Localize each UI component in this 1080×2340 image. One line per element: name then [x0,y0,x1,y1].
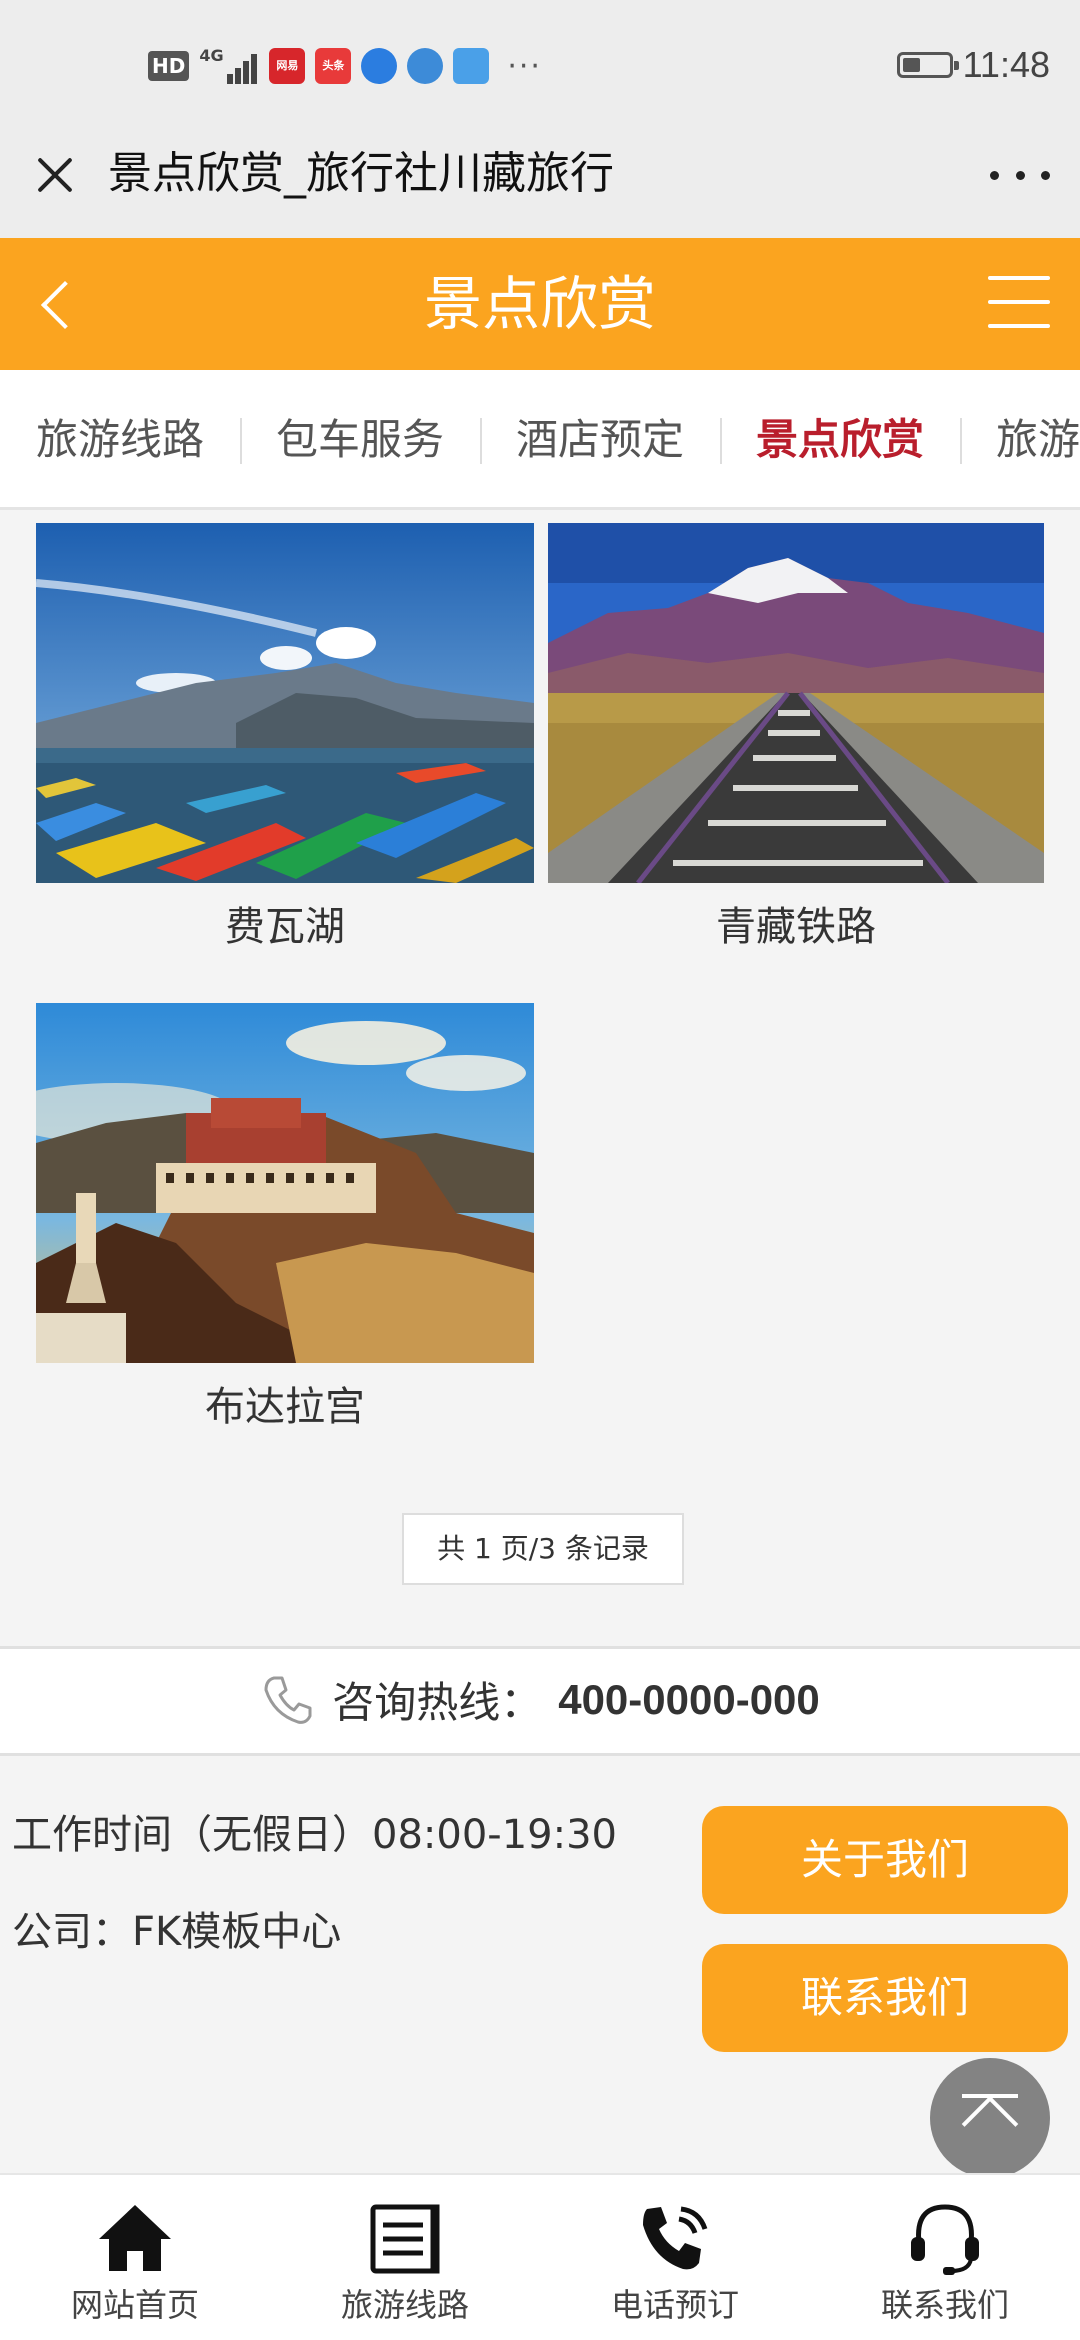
attraction-photo-potala-palace[interactable] [36,1003,534,1363]
hotline-label: 咨询热线： [332,1678,543,1727]
bottom-nav-label: 电话预订 [610,2286,739,2324]
category-tabs: 旅游线路 包车服务 酒店预定 景点欣赏 旅游 [0,370,1080,510]
pagination-info: 共 1 页/3 条记录 [402,1513,684,1585]
app-blue-icon [361,48,398,84]
bottom-nav-routes[interactable]: 旅游线路 [270,2175,540,2340]
document-icon [365,2199,445,2279]
tab-divider [960,418,962,464]
hotline-bar[interactable]: 咨询热线： 400-0000-000 [0,1646,1080,1756]
bottom-navigation: 网站首页 旅游线路 电话预订 联系我们 [0,2173,1080,2340]
hamburger-menu-icon[interactable] [988,272,1050,332]
netease-news-icon: 网易 [269,48,306,84]
browser-title-bar: 景点欣赏_旅行社川藏旅行 [0,130,1080,238]
working-hours: 工作时间（无假日）08:00-19:30 [12,1812,617,1858]
site-header: 景点欣赏 [0,238,1080,370]
tab-divider [720,418,722,464]
attraction-card[interactable]: 费瓦湖 [36,523,534,955]
hd-indicator: HD [148,51,190,81]
hotline-number[interactable]: 400-0000-000 [558,1676,820,1724]
contact-us-button[interactable]: 联系我们 [702,1944,1068,2052]
attraction-caption[interactable]: 费瓦湖 [36,899,534,955]
headset-icon [905,2199,985,2279]
attraction-card[interactable]: 青藏铁路 [548,523,1044,955]
phone-icon [260,1672,316,1728]
bottom-nav-label: 联系我们 [880,2286,1009,2324]
attraction-photo-phewa-lake[interactable] [36,523,534,883]
status-right: 11:48 [896,40,1050,90]
bottom-nav-contact[interactable]: 联系我们 [810,2175,1080,2340]
more-options-icon[interactable] [990,152,1050,198]
clock: 11:48 [962,44,1050,85]
home-icon [95,2199,175,2279]
app-sphere-icon [407,48,444,84]
tab-travel-more[interactable]: 旅游 [996,405,1080,475]
toutiao-icon: 头条 [315,48,352,84]
close-icon[interactable] [30,150,80,200]
bottom-nav-label: 网站首页 [70,2286,199,2324]
bottom-nav-phone-booking[interactable]: 电话预订 [540,2175,810,2340]
tab-charter-service[interactable]: 包车服务 [276,405,444,475]
phone-ringing-icon [635,2199,715,2279]
about-us-button[interactable]: 关于我们 [702,1806,1068,1914]
company-name: 公司：FK模板中心 [12,1909,342,1955]
tab-travel-routes[interactable]: 旅游线路 [36,405,204,475]
attraction-caption[interactable]: 青藏铁路 [548,899,1044,955]
status-bar: HD 4G 网易 头条 ··· 11:48 [0,0,1080,130]
tab-hotel-booking[interactable]: 酒店预定 [516,405,684,475]
tab-divider [480,418,482,464]
attraction-caption[interactable]: 布达拉宫 [36,1379,534,1435]
battery-icon [896,52,959,78]
tab-attractions[interactable]: 景点欣赏 [756,405,924,475]
attraction-photo-qinghai-tibet-railway[interactable] [548,523,1044,883]
more-notifications-icon: ··· [507,48,542,84]
browser-page-title: 景点欣赏_旅行社川藏旅行 [108,148,614,199]
cloud-app-icon [453,48,490,84]
bottom-nav-label: 旅游线路 [340,2286,469,2324]
attraction-card[interactable]: 布达拉宫 [36,1003,534,1435]
signal-icon: 4G [199,48,259,84]
bottom-nav-home[interactable]: 网站首页 [0,2175,270,2340]
back-to-top-button[interactable] [930,2058,1050,2178]
status-icons: HD 4G 网易 头条 ··· [148,46,542,86]
page-title: 景点欣赏 [423,270,656,338]
tab-divider [240,418,242,464]
